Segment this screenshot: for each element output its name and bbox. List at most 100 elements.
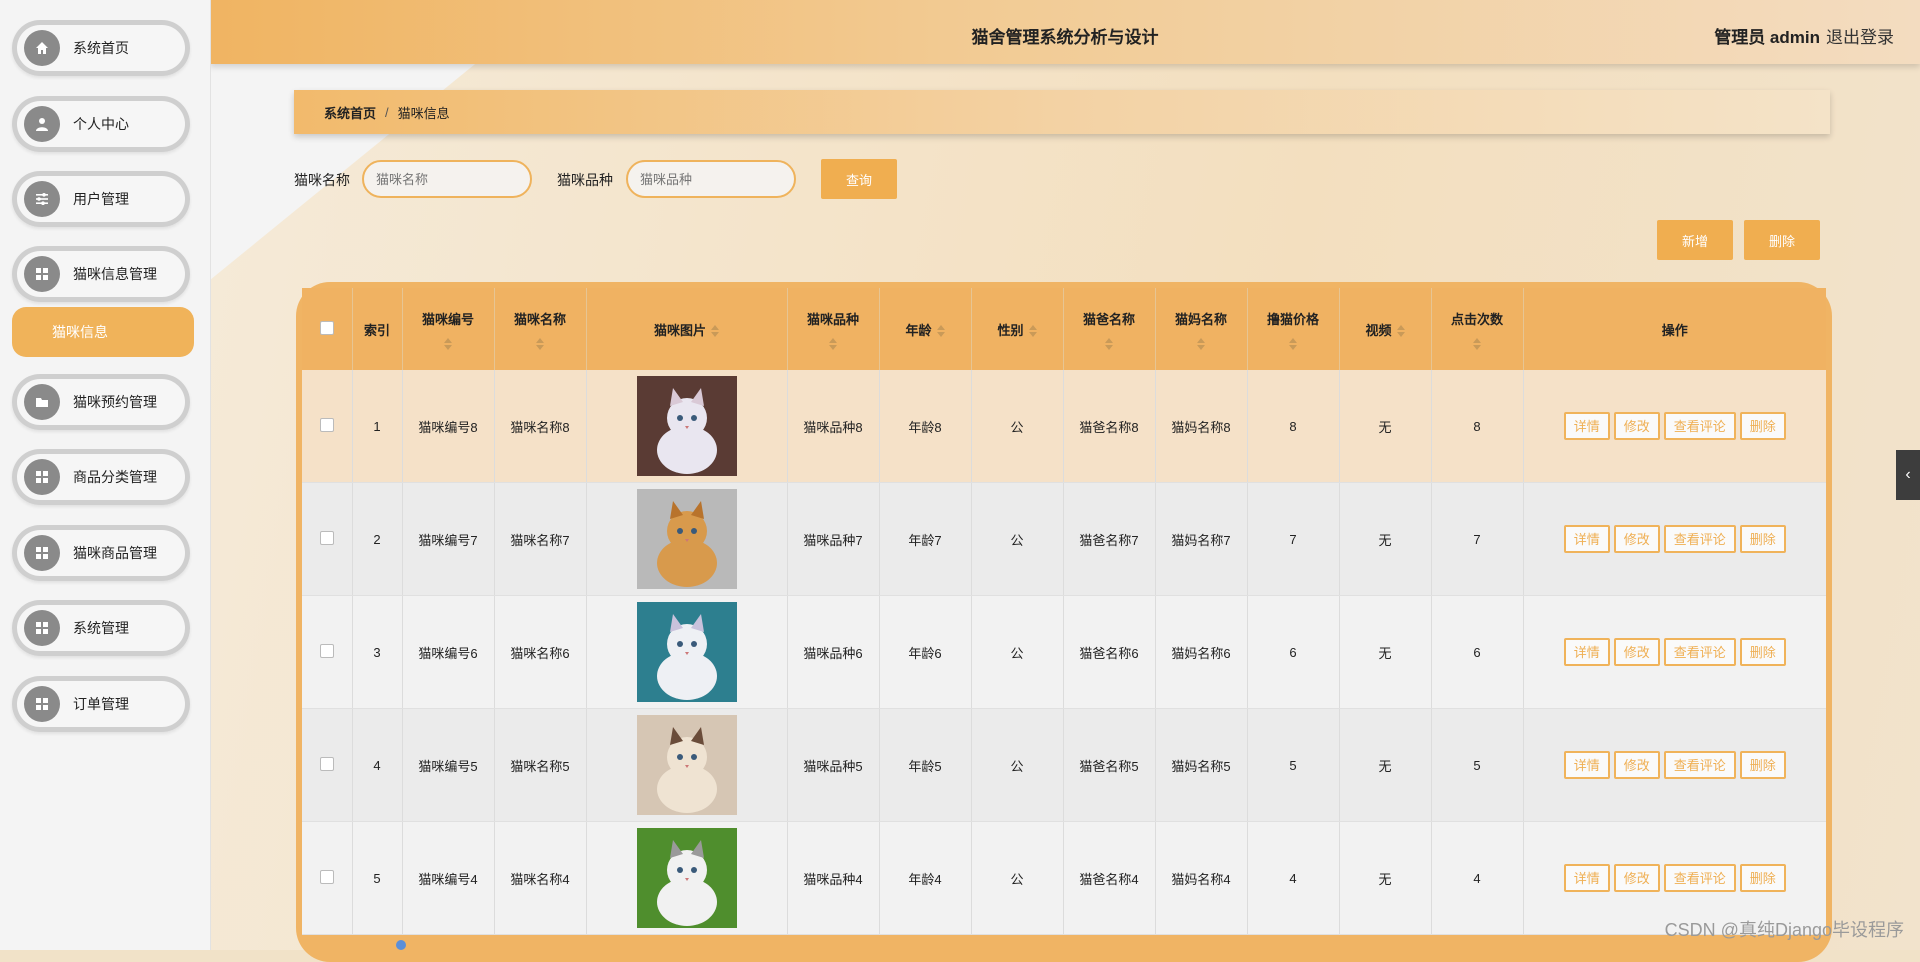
- edit-button[interactable]: 修改: [1613, 864, 1660, 892]
- edit-button[interactable]: 修改: [1613, 751, 1660, 779]
- sidebar-item-product-category[interactable]: 商品分类管理: [12, 449, 190, 505]
- logout-link[interactable]: 退出登录: [1826, 23, 1894, 48]
- column-header-sortable[interactable]: 猫妈名称: [1154, 288, 1247, 370]
- column-header-sortable[interactable]: 猫咪编号: [401, 288, 494, 370]
- row-checkbox[interactable]: [319, 756, 334, 771]
- select-all-header[interactable]: [302, 288, 352, 370]
- view-comments-button[interactable]: 查看评论: [1663, 751, 1736, 779]
- column-header-sortable[interactable]: 性别: [970, 288, 1063, 370]
- row-checkbox[interactable]: [319, 869, 334, 884]
- column-header-sortable[interactable]: 撸猫价格: [1246, 288, 1339, 370]
- row-delete-button[interactable]: 删除: [1739, 412, 1786, 440]
- delete-button[interactable]: 删除: [1744, 220, 1820, 260]
- table-row: 2 猫咪编号7 猫咪名称7 猫咪品种7 年龄7 公猫爸名称7 猫妈名称7 7 无 7 详情 修改 查看评…: [302, 482, 1826, 596]
- select-all-checkbox[interactable]: [319, 320, 334, 335]
- grid-icon: [24, 535, 60, 571]
- cat-image-cell: [585, 708, 787, 822]
- sort-icon[interactable]: [1432, 337, 1523, 350]
- table-header-row: 索引 猫咪编号 猫咪名称 猫咪图片 猫咪品种 年龄 性别 猫爸名称 猫妈名称 撸…: [302, 288, 1826, 370]
- column-header-sortable[interactable]: 猫咪名称: [493, 288, 586, 370]
- sort-icon[interactable]: [1156, 337, 1247, 350]
- row-checkbox[interactable]: [319, 530, 334, 545]
- row-select-cell[interactable]: [302, 370, 352, 483]
- cat-image-cell: [585, 370, 787, 483]
- column-header: 索引: [351, 288, 402, 370]
- breadcrumb-home[interactable]: 系统首页: [324, 103, 376, 122]
- detail-button[interactable]: 详情: [1563, 525, 1610, 553]
- sort-icon[interactable]: [1028, 325, 1037, 338]
- cell-code: 猫咪编号4: [401, 821, 494, 935]
- sort-icon[interactable]: [1064, 337, 1155, 350]
- row-checkbox[interactable]: [319, 417, 334, 432]
- sort-icon[interactable]: [495, 337, 586, 350]
- query-button[interactable]: 查询: [821, 159, 897, 199]
- column-header-sortable[interactable]: 点击次数: [1430, 288, 1523, 370]
- view-comments-button[interactable]: 查看评论: [1663, 864, 1736, 892]
- table-row: 1 猫咪编号8 猫咪名称8 猫咪品种8 年龄8 公猫爸名称8 猫妈名称8 8 无 8 详情 修改 查看评…: [302, 370, 1826, 483]
- column-header-sortable[interactable]: 猫咪图片: [585, 288, 787, 370]
- cell-sex: 公: [970, 370, 1063, 483]
- row-delete-button[interactable]: 删除: [1739, 525, 1786, 553]
- row-actions: 详情 修改 查看评论 删除: [1522, 482, 1826, 596]
- cat-photo[interactable]: [636, 828, 737, 928]
- row-select-cell[interactable]: [302, 821, 352, 935]
- sort-icon[interactable]: [711, 325, 719, 338]
- cell-breed: 猫咪品种8: [786, 370, 879, 483]
- detail-button[interactable]: 详情: [1563, 412, 1610, 440]
- cat-photo[interactable]: [636, 715, 737, 815]
- sort-icon[interactable]: [1396, 325, 1405, 338]
- view-comments-button[interactable]: 查看评论: [1663, 638, 1736, 666]
- sort-icon[interactable]: [788, 337, 879, 350]
- column-header-sortable[interactable]: 视频: [1338, 288, 1431, 370]
- sidebar-subitem-cat-info[interactable]: 猫咪信息: [12, 307, 194, 357]
- edit-button[interactable]: 修改: [1613, 412, 1660, 440]
- cell-video: 无: [1338, 821, 1431, 935]
- edit-button[interactable]: 修改: [1613, 638, 1660, 666]
- row-delete-button[interactable]: 删除: [1739, 638, 1786, 666]
- cell-clicks: 4: [1430, 821, 1523, 935]
- add-button[interactable]: 新增: [1657, 220, 1733, 260]
- admin-label: 管理员 admin: [1714, 28, 1820, 47]
- row-select-cell[interactable]: [302, 482, 352, 596]
- sort-icon[interactable]: [936, 325, 945, 338]
- sidebar-item-system[interactable]: 系统管理: [12, 600, 190, 656]
- detail-button[interactable]: 详情: [1563, 864, 1610, 892]
- row-select-cell[interactable]: [302, 708, 352, 822]
- search-breed-input[interactable]: [626, 160, 796, 198]
- cell-father: 猫爸名称5: [1062, 708, 1155, 822]
- row-delete-button[interactable]: 删除: [1739, 751, 1786, 779]
- sidebar-item-cat-products[interactable]: 猫咪商品管理: [12, 525, 190, 581]
- edit-button[interactable]: 修改: [1613, 525, 1660, 553]
- cell-breed: 猫咪品种7: [786, 482, 879, 596]
- view-comments-button[interactable]: 查看评论: [1663, 525, 1736, 553]
- detail-button[interactable]: 详情: [1563, 751, 1610, 779]
- sidebar-item-users[interactable]: 用户管理: [12, 171, 190, 227]
- sort-icon[interactable]: [1248, 337, 1339, 350]
- column-header-sortable[interactable]: 猫咪品种: [786, 288, 879, 370]
- sort-icon[interactable]: [403, 337, 494, 350]
- column-header-sortable[interactable]: 猫爸名称: [1062, 288, 1155, 370]
- sidebar-item-profile[interactable]: 个人中心: [12, 96, 190, 152]
- collapse-panel-tab[interactable]: ‹: [1896, 450, 1920, 500]
- scroll-indicator[interactable]: [396, 940, 406, 950]
- column-header-sortable[interactable]: 年龄: [878, 288, 971, 370]
- grid-icon: [24, 256, 60, 292]
- view-comments-button[interactable]: 查看评论: [1663, 412, 1736, 440]
- cell-code: 猫咪编号5: [401, 708, 494, 822]
- sidebar-item-cat-booking[interactable]: 猫咪预约管理: [12, 374, 190, 430]
- sidebar-item-cat-info[interactable]: 猫咪信息管理: [12, 246, 190, 302]
- sidebar-item-orders[interactable]: 订单管理: [12, 676, 190, 732]
- chevron-left-icon: ‹: [1905, 466, 1911, 483]
- cat-image-cell: [585, 821, 787, 935]
- cat-photo[interactable]: [636, 376, 737, 476]
- detail-button[interactable]: 详情: [1563, 638, 1610, 666]
- cat-photo[interactable]: [636, 489, 737, 589]
- row-select-cell[interactable]: [302, 595, 352, 709]
- search-name-input[interactable]: [362, 160, 532, 198]
- cell-index: 2: [351, 482, 402, 596]
- cell-name: 猫咪名称4: [493, 821, 586, 935]
- sidebar-item-home[interactable]: 系统首页: [12, 20, 190, 76]
- row-delete-button[interactable]: 删除: [1739, 864, 1786, 892]
- row-checkbox[interactable]: [319, 643, 334, 658]
- cat-photo[interactable]: [636, 602, 737, 702]
